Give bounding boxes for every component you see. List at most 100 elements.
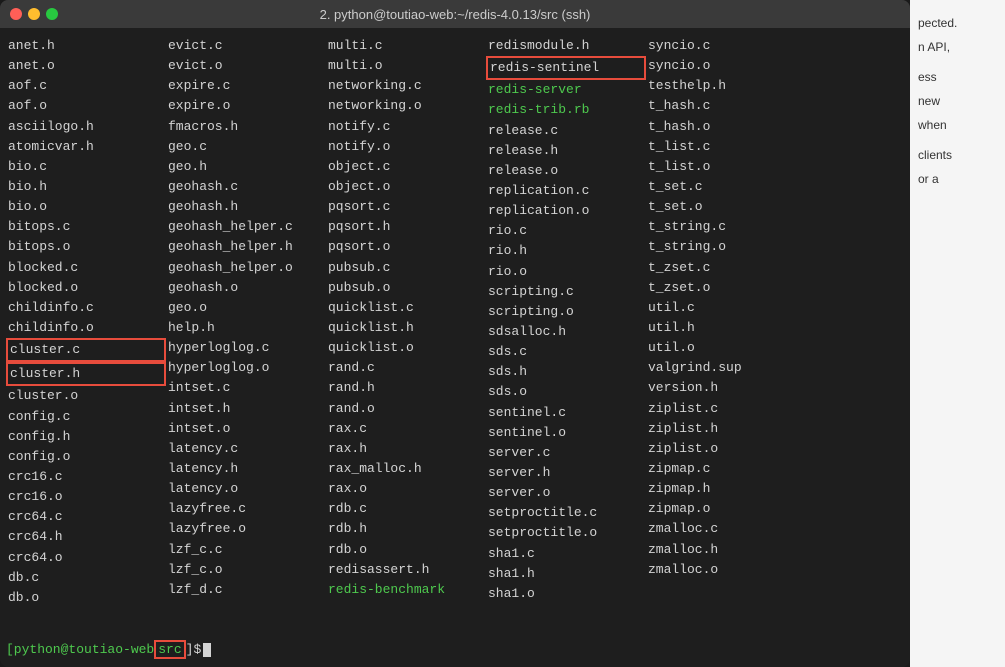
file-column-5: syncio.c syncio.o testhelp.h t_hash.c t_… <box>646 36 806 636</box>
file-item: cluster.o <box>6 386 166 406</box>
file-item: lazyfree.o <box>166 519 326 539</box>
minimize-button[interactable] <box>28 8 40 20</box>
file-item: config.o <box>6 447 166 467</box>
file-item: sdsalloc.h <box>486 322 646 342</box>
file-item: expire.c <box>166 76 326 96</box>
file-item: multi.c <box>326 36 486 56</box>
file-item: aof.c <box>6 76 166 96</box>
file-item: redisassert.h <box>326 560 486 580</box>
file-item: hyperloglog.c <box>166 338 326 358</box>
file-item: atomicvar.h <box>6 137 166 157</box>
file-item: lzf_d.c <box>166 580 326 600</box>
redis-server-file: redis-server <box>486 80 646 100</box>
file-item: geohash_helper.h <box>166 237 326 257</box>
title-bar: 2. python@toutiao-web:~/redis-4.0.13/src… <box>0 0 910 28</box>
file-item: zmalloc.o <box>646 560 806 580</box>
file-item: sds.o <box>486 382 646 402</box>
terminal-body: anet.h anet.o aof.c aof.o asciilogo.h at… <box>0 28 910 667</box>
file-item: childinfo.o <box>6 318 166 338</box>
file-item: object.o <box>326 177 486 197</box>
file-item: valgrind.sup <box>646 358 806 378</box>
file-item: config.h <box>6 427 166 447</box>
file-item: rand.c <box>326 358 486 378</box>
file-item: rand.o <box>326 399 486 419</box>
file-item: bitops.c <box>6 217 166 237</box>
file-item: zmalloc.c <box>646 519 806 539</box>
right-text-10: or a <box>918 170 997 188</box>
file-item: blocked.c <box>6 258 166 278</box>
redis-sentinel-file: redis-sentinel <box>486 56 646 80</box>
file-item: crc16.c <box>6 467 166 487</box>
file-item: server.h <box>486 463 646 483</box>
file-item: quicklist.o <box>326 338 486 358</box>
file-item: rdb.c <box>326 499 486 519</box>
redis-trib-file: redis-trib.rb <box>486 100 646 120</box>
file-item: crc64.h <box>6 527 166 547</box>
file-item: cluster.h <box>6 362 166 386</box>
file-item: release.c <box>486 121 646 141</box>
file-item: lzf_c.c <box>166 540 326 560</box>
file-item: util.h <box>646 318 806 338</box>
file-item: intset.o <box>166 419 326 439</box>
file-item: geo.o <box>166 298 326 318</box>
file-item: crc64.c <box>6 507 166 527</box>
file-item: pubsub.o <box>326 278 486 298</box>
file-item: db.o <box>6 588 166 608</box>
file-item: rdb.h <box>326 519 486 539</box>
file-item: sha1.h <box>486 564 646 584</box>
file-item: sha1.o <box>486 584 646 604</box>
file-item: intset.c <box>166 378 326 398</box>
file-item: rio.o <box>486 262 646 282</box>
file-item: latency.h <box>166 459 326 479</box>
terminal-window: 2. python@toutiao-web:~/redis-4.0.13/src… <box>0 0 910 667</box>
file-column-2: evict.c evict.o expire.c expire.o fmacro… <box>166 36 326 636</box>
file-item: t_string.o <box>646 237 806 257</box>
file-item: syncio.o <box>646 56 806 76</box>
file-item: t_list.o <box>646 157 806 177</box>
file-item: util.c <box>646 298 806 318</box>
file-item: ziplist.c <box>646 399 806 419</box>
file-item: ziplist.o <box>646 439 806 459</box>
file-item: anet.h <box>6 36 166 56</box>
file-item: t_string.c <box>646 217 806 237</box>
file-item: t_set.o <box>646 197 806 217</box>
file-item: blocked.o <box>6 278 166 298</box>
file-item: anet.o <box>6 56 166 76</box>
file-item: setproctitle.c <box>486 503 646 523</box>
file-item: sds.h <box>486 362 646 382</box>
right-text-3: n API, <box>918 38 997 56</box>
file-item: childinfo.c <box>6 298 166 318</box>
right-text-6: new <box>918 92 997 110</box>
file-item: notify.c <box>326 117 486 137</box>
right-text-2: pected. <box>918 14 997 32</box>
file-item: pubsub.c <box>326 258 486 278</box>
file-item: object.c <box>326 157 486 177</box>
file-item: t_zset.o <box>646 278 806 298</box>
file-item: sds.c <box>486 342 646 362</box>
file-item: zipmap.c <box>646 459 806 479</box>
right-text-5: ess <box>918 68 997 86</box>
cursor <box>203 643 211 657</box>
file-item: t_list.c <box>646 137 806 157</box>
file-item: rax_malloc.h <box>326 459 486 479</box>
file-item: sentinel.c <box>486 403 646 423</box>
file-item: geo.h <box>166 157 326 177</box>
file-column-3: multi.c multi.o networking.c networking.… <box>326 36 486 636</box>
file-item: t_zset.c <box>646 258 806 278</box>
redis-benchmark-file: redis-benchmark <box>326 580 486 600</box>
file-item: crc64.o <box>6 548 166 568</box>
file-item: rdb.o <box>326 540 486 560</box>
maximize-button[interactable] <box>46 8 58 20</box>
file-item: release.o <box>486 161 646 181</box>
file-item: replication.c <box>486 181 646 201</box>
file-item: networking.c <box>326 76 486 96</box>
file-item: scripting.o <box>486 302 646 322</box>
file-item: lzf_c.o <box>166 560 326 580</box>
right-text-7: when <box>918 116 997 134</box>
file-item: bitops.o <box>6 237 166 257</box>
close-button[interactable] <box>10 8 22 20</box>
file-item: pqsort.c <box>326 197 486 217</box>
right-text-9: clients <box>918 146 997 164</box>
file-item: networking.o <box>326 96 486 116</box>
file-item: bio.c <box>6 157 166 177</box>
